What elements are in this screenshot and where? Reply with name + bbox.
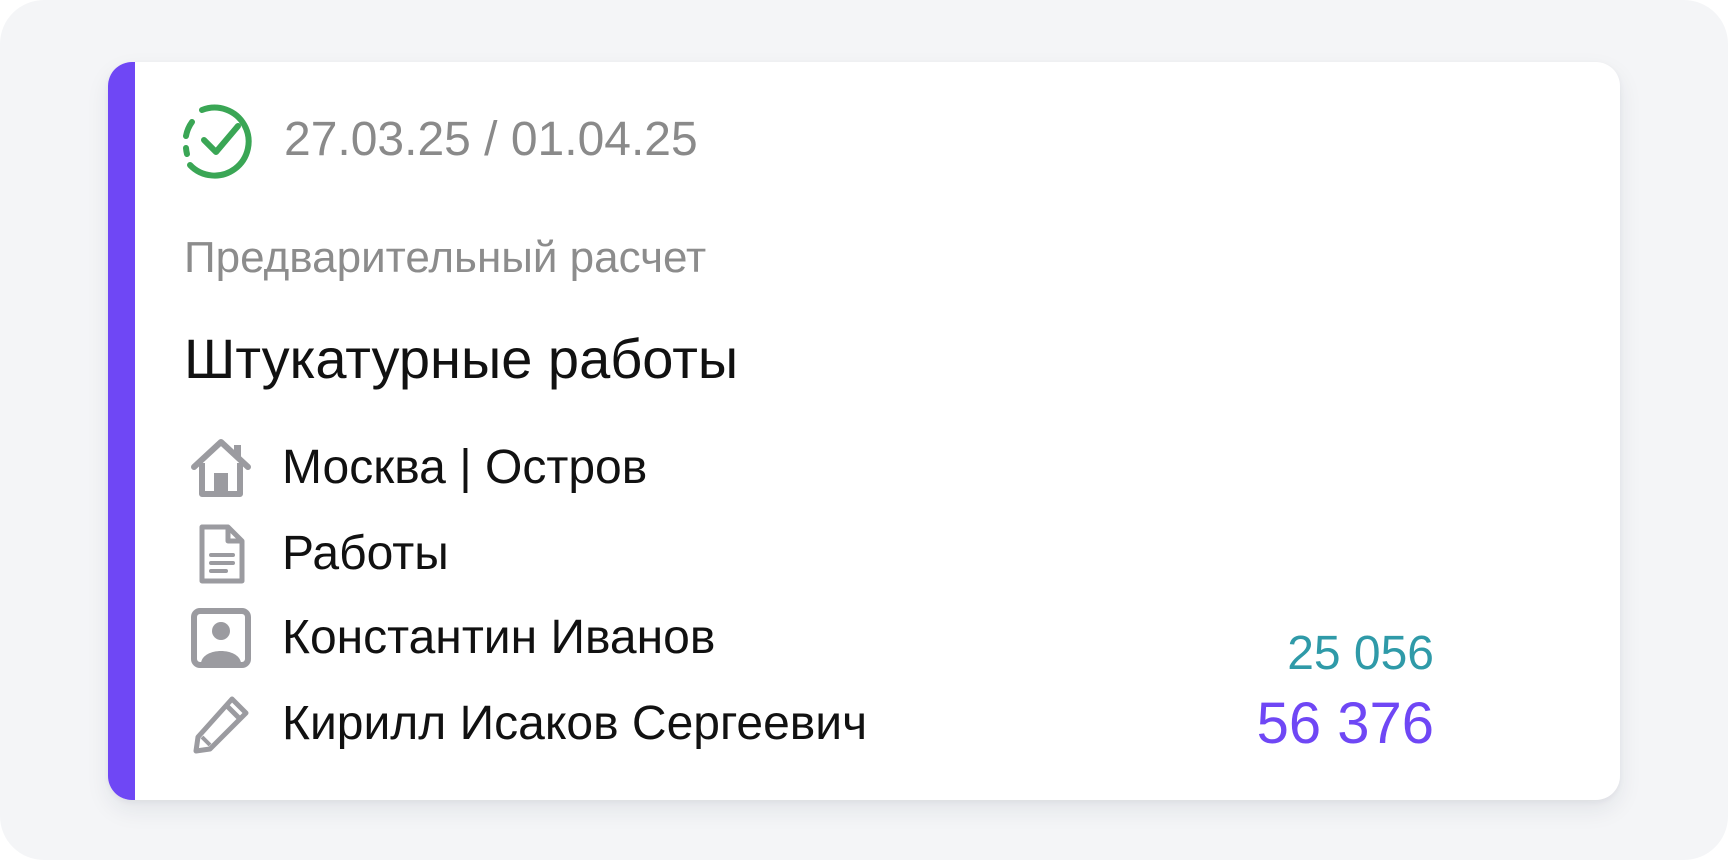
client-row: Константин Иванов [188,602,715,674]
date-range: 27.03.25 / 01.04.25 [284,113,698,166]
author-name: Кирилл Исаков Сергеевич [282,697,868,750]
document-type: Предварительный расчет [184,233,707,282]
category-row: Работы [188,518,449,590]
client-name: Константин Иванов [282,611,716,664]
home-icon [188,435,254,501]
amount-secondary: 25 056 [1287,627,1434,680]
card-accent-bar [108,62,135,800]
contact-card-icon [188,605,254,671]
check-circle-icon [183,104,252,179]
location-label: Москва | Остров [282,441,648,494]
card-title: Штукатурные работы [184,327,739,390]
location-row: Москва | Остров [188,432,647,504]
page-background: 27.03.25 / 01.04.25 Предварительный расч… [0,0,1728,860]
pencil-icon [188,691,254,757]
author-row: Кирилл Исаков Сергеевич [188,688,867,760]
document-icon [188,521,254,587]
amount-total: 56 376 [1256,691,1434,756]
category-label: Работы [282,527,449,580]
